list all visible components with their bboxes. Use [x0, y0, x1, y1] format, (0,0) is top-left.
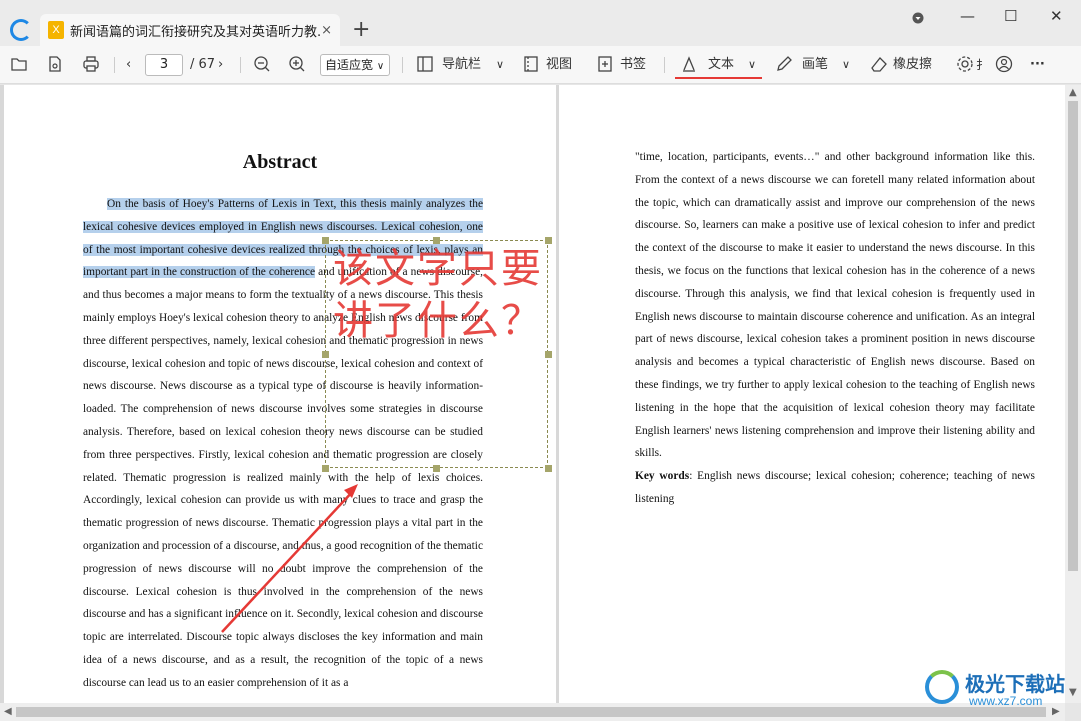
open-folder-icon[interactable] [10, 55, 28, 73]
vertical-scroll-thumb[interactable] [1068, 101, 1078, 571]
view-icon[interactable] [522, 55, 540, 73]
new-tab-button[interactable]: + [352, 17, 370, 42]
toolbar-separator [114, 57, 115, 73]
minimize-button[interactable]: — [960, 7, 975, 25]
navigation-pane-icon[interactable] [416, 55, 434, 73]
document-tab[interactable]: X 新闻语篇的词汇衔接研究及其对英语听力教... × [40, 14, 340, 46]
active-tool-indicator [675, 77, 762, 79]
horizontal-scrollbar[interactable]: ◀ ▶ [0, 703, 1065, 721]
chevron-down-icon[interactable]: ∨ [496, 55, 504, 75]
account-dropdown-icon[interactable] [912, 12, 924, 24]
eraser-icon[interactable] [870, 55, 888, 73]
prev-page-icon[interactable]: ‹ [126, 55, 131, 75]
right-page-body[interactable]: "time, location, participants, events…" … [635, 146, 1035, 511]
toolbar-separator [402, 57, 403, 73]
vertical-scrollbar[interactable]: ▲ ▼ [1065, 85, 1081, 703]
resize-handle[interactable] [322, 237, 329, 244]
red-arrow-annotation[interactable] [214, 480, 364, 640]
pen-icon[interactable] [775, 55, 793, 73]
maximize-button[interactable]: ☐ [1004, 7, 1017, 25]
pdf-page-right[interactable]: "time, location, participants, events…" … [559, 85, 1065, 703]
eraser-button[interactable]: 橡皮擦 [893, 55, 932, 75]
resize-handle[interactable] [322, 465, 329, 472]
save-file-icon[interactable] [46, 55, 64, 73]
app-logo-icon[interactable] [10, 19, 32, 41]
keywords-label: Key words [635, 470, 690, 483]
resize-handle[interactable] [545, 351, 552, 358]
next-page-icon[interactable]: › [218, 55, 223, 75]
pdf-reader-window: X 新闻语篇的词汇衔接研究及其对英语听力教... × + — ☐ ✕ ‹ / 6… [0, 0, 1081, 721]
pdf-file-icon: X [48, 21, 64, 39]
pen-tool-button[interactable]: 画笔 [802, 55, 828, 75]
toolbar-separator [664, 57, 665, 73]
page-total: / 67 [190, 57, 216, 72]
tab-title: 新闻语篇的词汇衔接研究及其对英语听力教... [70, 24, 320, 40]
settings-gear-icon[interactable] [956, 55, 974, 73]
text-tool-button[interactable]: 文本 [708, 55, 734, 75]
watermark-url: www.xz7.com [969, 694, 1043, 708]
toolbar-separator [240, 57, 241, 73]
bookmark-icon[interactable] [596, 55, 614, 73]
chevron-down-icon[interactable]: ∨ [748, 55, 756, 75]
keywords-text: : English news discourse; lexical cohesi… [635, 470, 1035, 505]
truncated-tool-label[interactable]: 扌 [976, 55, 988, 75]
document-viewport[interactable]: Abstract On the basis of Hoey's Patterns… [0, 85, 1065, 703]
horizontal-scroll-thumb[interactable] [16, 707, 1046, 717]
more-options-button[interactable]: ··· [1030, 55, 1045, 75]
scroll-up-arrow-icon[interactable]: ▲ [1069, 87, 1077, 98]
text-tool-icon[interactable] [680, 55, 698, 73]
text-annotation-content[interactable]: 该文字只要讲了什么？ [333, 243, 553, 347]
watermark-logo-icon [925, 670, 959, 704]
site-watermark: 极光下载站 www.xz7.com [925, 668, 1075, 712]
user-account-icon[interactable] [995, 55, 1013, 73]
print-icon[interactable] [82, 55, 100, 73]
resize-handle[interactable] [322, 351, 329, 358]
zoom-in-icon[interactable] [288, 55, 306, 73]
scroll-left-arrow-icon[interactable]: ◀ [4, 706, 12, 717]
tab-close-icon[interactable]: × [321, 23, 332, 38]
pdf-page-left[interactable]: Abstract On the basis of Hoey's Patterns… [4, 85, 556, 703]
chevron-down-icon: ∨ [376, 61, 385, 72]
view-button[interactable]: 视图 [546, 55, 572, 75]
watermark-title: 极光下载站 [965, 672, 1065, 696]
bookmark-button[interactable]: 书签 [620, 55, 646, 75]
abstract-heading: Abstract [242, 151, 318, 173]
zoom-level-select[interactable]: 自适应宽 ∨ [320, 54, 390, 76]
zoom-out-icon[interactable] [253, 55, 271, 73]
page-number-input[interactable]: 3 [145, 54, 183, 76]
resize-handle[interactable] [545, 465, 552, 472]
tab-bar: X 新闻语篇的词汇衔接研究及其对英语听力教... × + — ☐ ✕ [0, 0, 1081, 46]
right-page-paragraph: "time, location, participants, events…" … [635, 151, 1035, 460]
navigation-pane-button[interactable]: 导航栏 [442, 55, 481, 75]
zoom-level-value: 自适应宽 [325, 58, 374, 72]
chevron-down-icon[interactable]: ∨ [842, 55, 850, 75]
resize-handle[interactable] [433, 465, 440, 472]
close-window-button[interactable]: ✕ [1050, 7, 1063, 25]
keywords-line: Key words: English news discourse; lexic… [635, 465, 1035, 511]
